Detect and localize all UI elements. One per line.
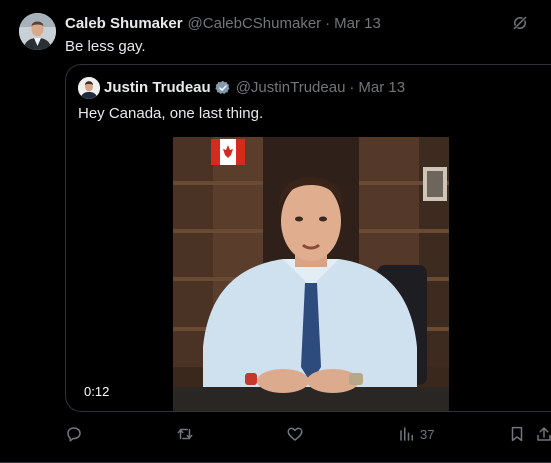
views-button[interactable]: 37 [398, 424, 434, 444]
tweet-header: Caleb Shumaker @CalebCShumaker · Mar 13 [65, 15, 381, 33]
video-duration: 0:12 [84, 384, 110, 399]
video-player[interactable] [173, 137, 449, 411]
reply-icon [67, 427, 81, 442]
share-button[interactable] [535, 424, 551, 444]
views-count: 37 [420, 426, 435, 442]
author-handle[interactable]: @CalebCShumaker [188, 15, 322, 33]
quoted-tweet[interactable]: Justin Trudeau @JustinTrudeau · Mar 13 H… [65, 64, 551, 412]
quoted-author-handle[interactable]: @JustinTrudeau [236, 79, 346, 97]
header-separator: · [325, 15, 331, 32]
quoted-date[interactable]: Mar 13 [358, 79, 405, 97]
author-avatar-image [19, 13, 56, 50]
bookmark-icon [511, 426, 523, 442]
tweet-date[interactable]: Mar 13 [334, 15, 381, 33]
action-bar: 37 [0, 424, 551, 444]
share-icon [537, 427, 551, 441]
quoted-author-name[interactable]: Justin Trudeau [104, 79, 211, 97]
video-thumbnail [173, 137, 449, 411]
quoted-header: Justin Trudeau @JustinTrudeau · Mar 13 [104, 79, 405, 97]
verified-badge-icon[interactable] [215, 80, 231, 96]
bookmark-button[interactable] [508, 424, 526, 444]
quoted-text: Hey Canada, one last thing. [78, 105, 264, 122]
quoted-header-separator: · [349, 79, 355, 96]
author-name[interactable]: Caleb Shumaker [65, 15, 183, 33]
retweet-icon [177, 428, 193, 440]
quoted-avatar[interactable] [78, 77, 100, 99]
tweet[interactable]: Caleb Shumaker @CalebCShumaker · Mar 13 … [0, 0, 551, 463]
quoted-avatar-image [78, 77, 100, 99]
grok-icon[interactable] [511, 14, 529, 32]
views-icon [400, 427, 413, 441]
author-avatar[interactable] [19, 13, 56, 50]
like-icon [287, 427, 303, 441]
like-button[interactable] [286, 424, 304, 444]
reply-button[interactable] [65, 424, 83, 444]
retweet-button[interactable] [176, 424, 194, 444]
tweet-text: Be less gay. [65, 38, 146, 55]
